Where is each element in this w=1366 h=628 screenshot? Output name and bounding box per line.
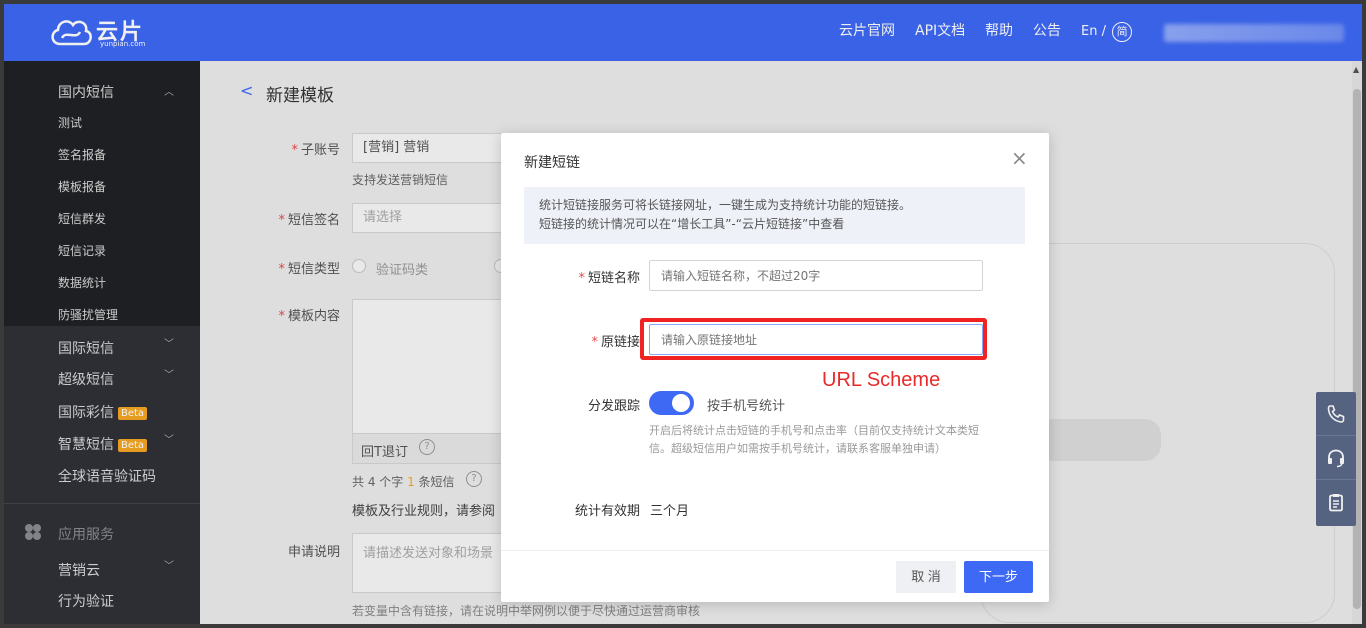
dialog-footer-divider (501, 550, 1049, 551)
close-icon[interactable]: × (1011, 148, 1028, 168)
next-button[interactable]: 下一步 (964, 561, 1033, 593)
track-label: 分发跟踪 (587, 399, 640, 414)
track-help-text: 开启后将统计点击短链的手机号和点击率（目前仅支持统计文本类短信。超级短信用户如需… (649, 424, 979, 455)
short-link-name-label: * 短链名称 (578, 271, 640, 286)
info-banner: 统计短链接服务可将长链接网址，一键生成为支持统计功能的短链接。 短链接的统计情况… (524, 187, 1025, 244)
info-line-2: 短链接的统计情况可以在“增长工具”-“云片短链接”中查看 (539, 217, 845, 231)
cancel-button[interactable]: 取 消 (896, 561, 956, 593)
app-window: 云片 yunpian.com 云片官网 API文档 帮助 公告 En / 简 国… (4, 4, 1362, 624)
validity-value: 三个月 (650, 504, 690, 519)
annotation-url-scheme: URL Scheme (822, 369, 941, 391)
track-toggle-text: 按手机号统计 (707, 399, 786, 414)
annotation-highlight-box (640, 318, 987, 360)
original-url-label: * 原链接 (591, 335, 640, 350)
track-toggle[interactable] (649, 391, 694, 415)
validity-label: 统计有效期 (574, 504, 640, 519)
dialog-title: 新建短链 (524, 155, 580, 171)
short-link-name-input[interactable] (649, 260, 983, 291)
info-line-1: 统计短链接服务可将长链接网址，一键生成为支持统计功能的短链接。 (539, 198, 912, 212)
new-short-link-dialog: 新建短链 × 统计短链接服务可将长链接网址，一键生成为支持统计功能的短链接。 短… (501, 133, 1049, 602)
toggle-knob (672, 394, 690, 412)
